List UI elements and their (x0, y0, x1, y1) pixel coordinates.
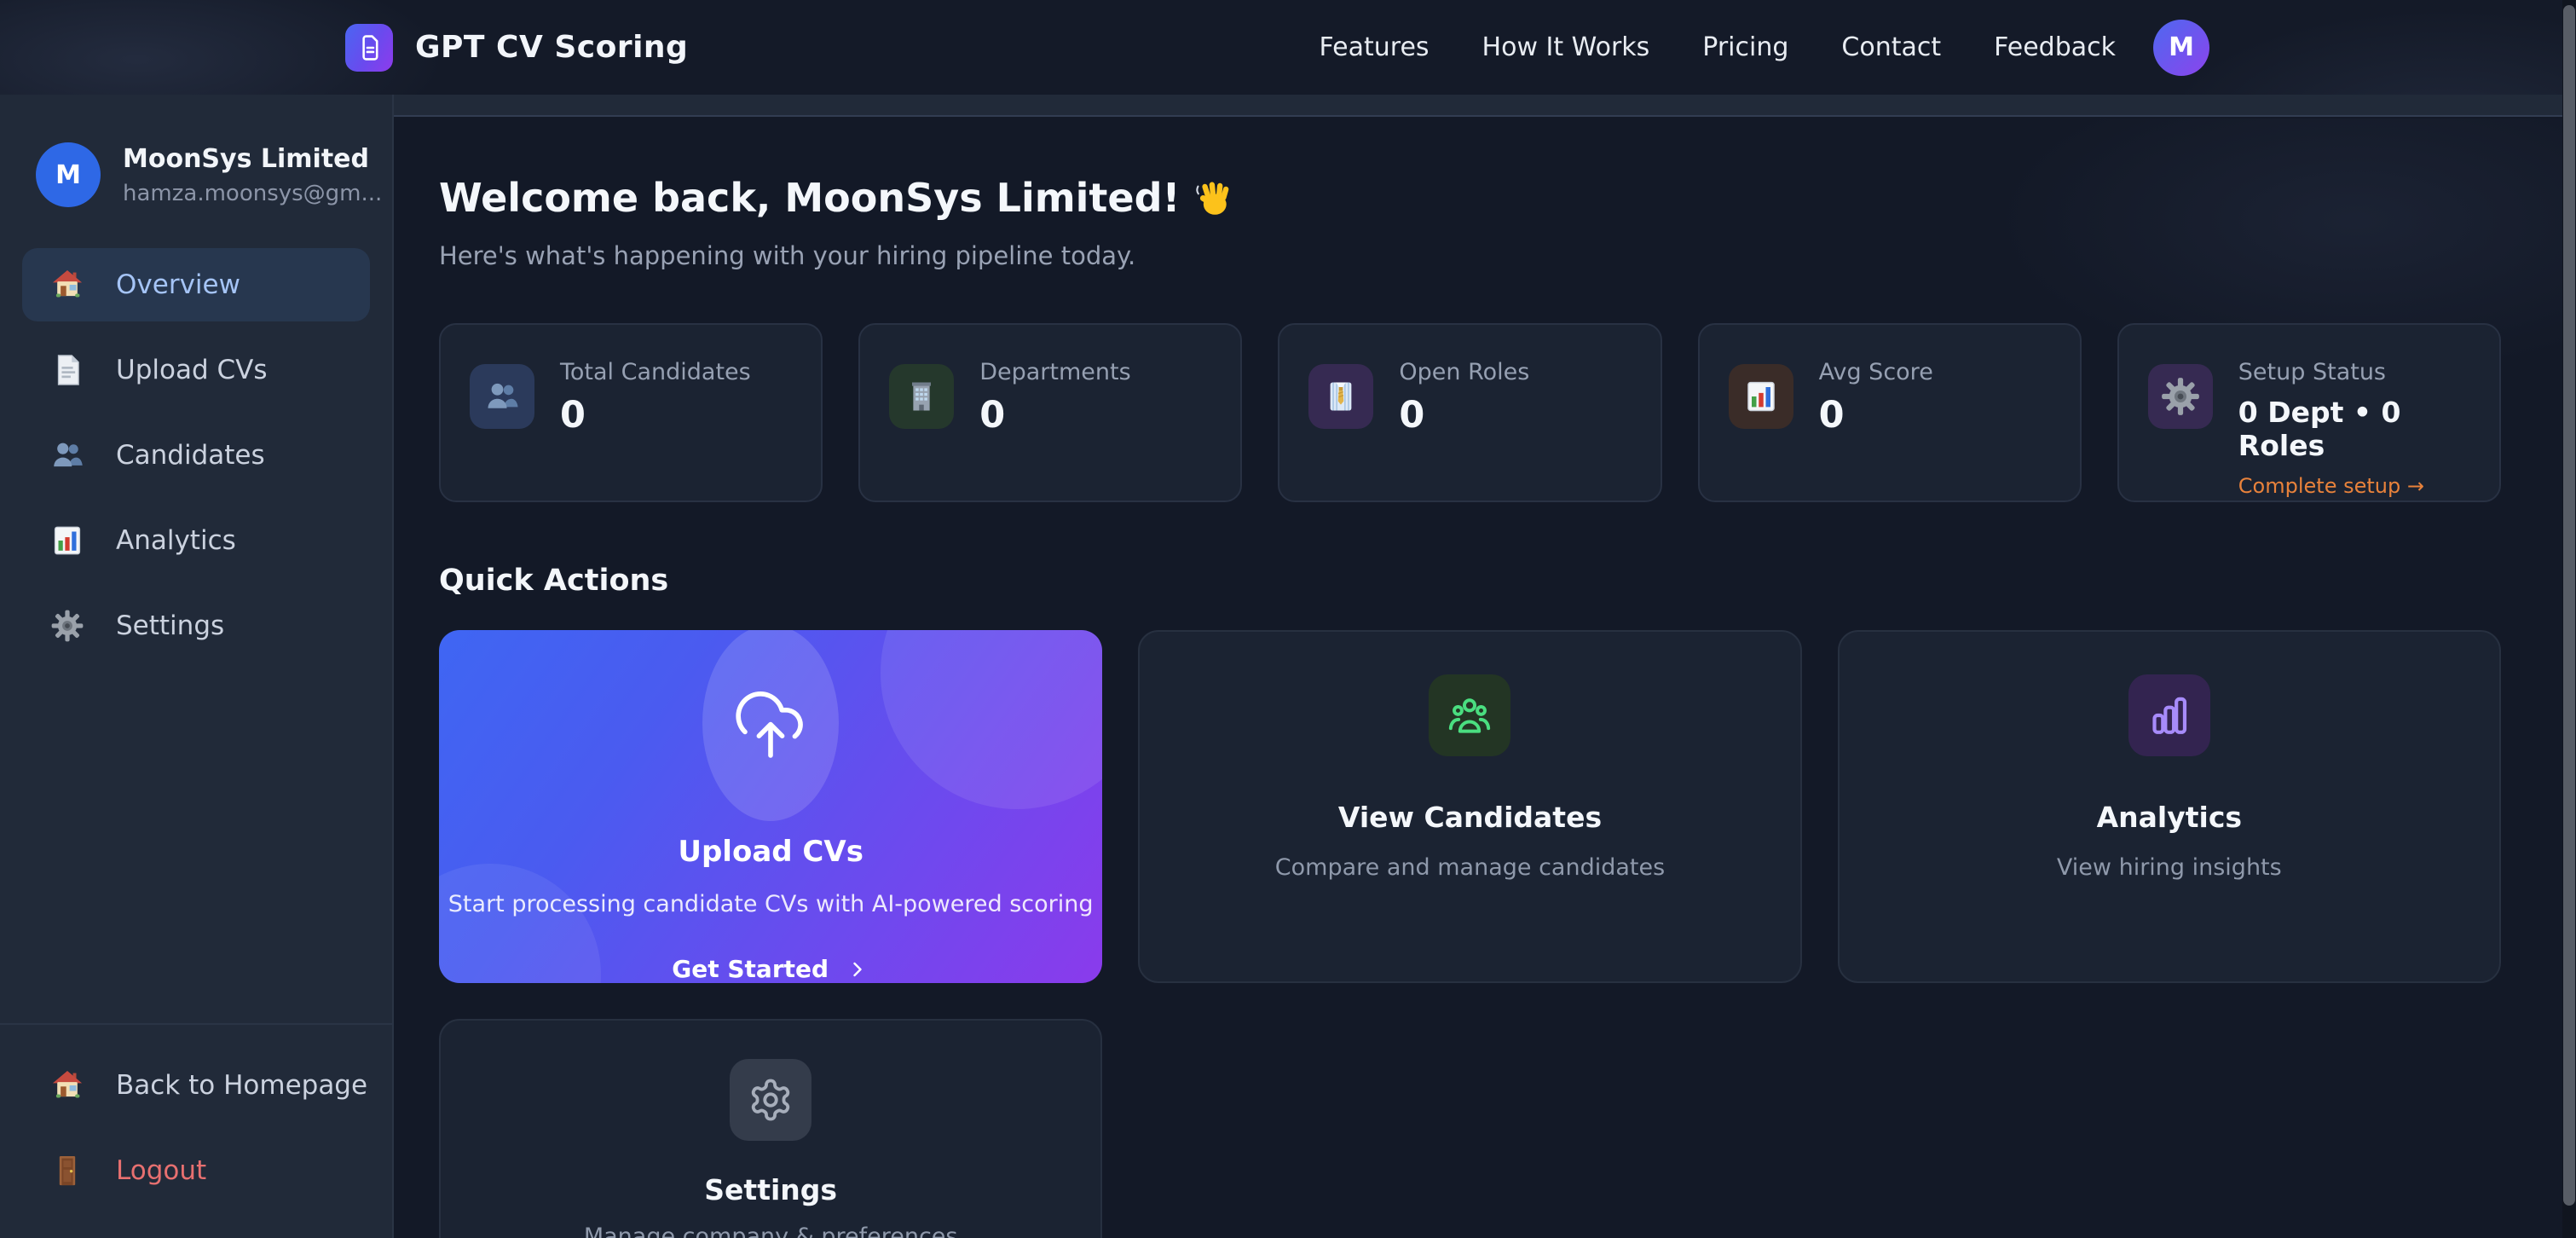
top-navbar: GPT CV Scoring Features How It Works Pri… (0, 0, 2576, 95)
sidebar-item-upload-cvs[interactable]: Upload CVs (22, 333, 370, 407)
scrollbar-thumb[interactable] (2563, 5, 2575, 1206)
sidebar-item-label: Overview (116, 269, 240, 300)
bar-chart-icon (49, 523, 85, 558)
logout-button[interactable]: Logout (22, 1134, 370, 1207)
stat-card-avg-score: Avg Score 0 (1698, 323, 2082, 502)
main-content: Welcome back, MoonSys Limited! Here's wh… (396, 119, 2562, 1238)
sidebar-item-label: Candidates (116, 440, 265, 471)
complete-setup-link[interactable]: Complete setup → (2238, 474, 2470, 498)
stat-label: Total Candidates (560, 359, 751, 385)
sidebar-item-analytics[interactable]: Analytics (22, 504, 370, 577)
back-to-homepage-link[interactable]: Back to Homepage (22, 1049, 370, 1122)
app-logo (345, 24, 393, 72)
stat-card-departments: Departments 0 (858, 323, 1242, 502)
action-description: Compare and manage candidates (1275, 854, 1665, 881)
action-description: Manage company & preferences (584, 1224, 958, 1238)
sidebar-footer: Back to Homepage Logout (0, 1023, 392, 1238)
users-icon (49, 437, 85, 473)
nav-link-how-it-works[interactable]: How It Works (1482, 32, 1650, 62)
wave-icon (1194, 178, 1233, 217)
action-title: Analytics (2097, 801, 2242, 834)
action-title: Upload CVs (678, 835, 863, 869)
quick-actions-grid: Upload CVs Start processing candidate CV… (439, 630, 2501, 1238)
sidebar-item-candidates[interactable]: Candidates (22, 419, 370, 492)
logout-label: Logout (116, 1155, 206, 1186)
sidebar-item-settings[interactable]: Settings (22, 589, 370, 662)
gear-outline-icon (730, 1059, 811, 1141)
sidebar-user-profile: M MoonSys Limited hamza.moonsys@gm... (0, 95, 392, 245)
app-title: GPT CV Scoring (415, 30, 688, 65)
sidebar-item-label: Settings (116, 610, 224, 641)
nav-link-contact[interactable]: Contact (1841, 32, 1941, 62)
sidebar-nav: Overview Upload CVs (0, 245, 392, 674)
document-logo-icon (355, 33, 384, 62)
stat-label: Open Roles (1399, 359, 1529, 385)
action-description: Start processing candidate CVs with AI-p… (448, 891, 1094, 917)
back-to-homepage-label: Back to Homepage (116, 1070, 367, 1101)
stat-value: 0 (560, 394, 751, 437)
sidebar-user-name: MoonSys Limited (123, 144, 382, 174)
sidebar-item-label: Analytics (116, 525, 236, 556)
stat-card-total-candidates: Total Candidates 0 (439, 323, 823, 502)
quick-actions-title: Quick Actions (439, 564, 2501, 598)
door-icon (49, 1153, 85, 1189)
office-building-icon (889, 364, 954, 429)
nav-link-feedback[interactable]: Feedback (1994, 32, 2116, 62)
page-subtitle: Here's what's happening with your hiring… (439, 241, 2501, 270)
navbar-links: Features How It Works Pricing Contact Fe… (1320, 32, 2116, 62)
stat-value: 0 (1819, 394, 1933, 437)
house-icon (49, 1067, 85, 1103)
document-icon (49, 352, 85, 388)
view-candidates-card[interactable]: View Candidates Compare and manage candi… (1138, 630, 1801, 983)
gear-emoji-icon (2148, 364, 2213, 429)
vertical-scrollbar[interactable] (2562, 0, 2576, 1238)
action-title: Settings (704, 1173, 837, 1206)
sidebar-user-email: hamza.moonsys@gm... (123, 181, 382, 206)
house-icon (49, 267, 85, 303)
stat-card-setup-status: Setup Status 0 Dept • 0 Roles Complete s… (2117, 323, 2501, 502)
bar-chart-emoji-icon (1729, 364, 1793, 429)
stat-label: Avg Score (1819, 359, 1933, 385)
user-avatar[interactable]: M (2153, 20, 2209, 76)
bar-chart-outline-icon (2128, 674, 2210, 756)
upload-icon-backdrop (702, 630, 839, 821)
users-emoji-icon (470, 364, 534, 429)
users-group-icon (1429, 674, 1510, 756)
sidebar-item-label: Upload CVs (116, 355, 267, 385)
nav-link-pricing[interactable]: Pricing (1702, 32, 1788, 62)
settings-card[interactable]: Settings Manage company & preferences (439, 1019, 1102, 1238)
chevron-right-icon (846, 957, 869, 981)
cloud-upload-icon (730, 682, 811, 764)
stat-value: 0 (1399, 394, 1529, 437)
stats-row: Total Candidates 0 Departments (439, 323, 2501, 502)
analytics-card[interactable]: Analytics View hiring insights (1838, 630, 2501, 983)
nav-link-features[interactable]: Features (1320, 32, 1430, 62)
sidebar-avatar: M (36, 142, 101, 207)
stat-value: 0 (979, 394, 1130, 437)
sidebar: M MoonSys Limited hamza.moonsys@gm... Ov… (0, 95, 394, 1238)
stat-value: 0 Dept • 0 Roles (2238, 396, 2470, 462)
gear-icon (49, 608, 85, 644)
action-title: View Candidates (1338, 801, 1602, 834)
stat-label: Setup Status (2238, 359, 2470, 385)
necktie-icon (1308, 364, 1373, 429)
stat-card-open-roles: Open Roles 0 (1278, 323, 1661, 502)
sidebar-item-overview[interactable]: Overview (22, 248, 370, 321)
page-title: Welcome back, MoonSys Limited! (439, 175, 2501, 221)
get-started-button[interactable]: Get Started (672, 955, 869, 983)
stat-label: Departments (979, 359, 1130, 385)
upload-cvs-card[interactable]: Upload CVs Start processing candidate CV… (439, 630, 1102, 983)
action-description: View hiring insights (2057, 854, 2282, 881)
